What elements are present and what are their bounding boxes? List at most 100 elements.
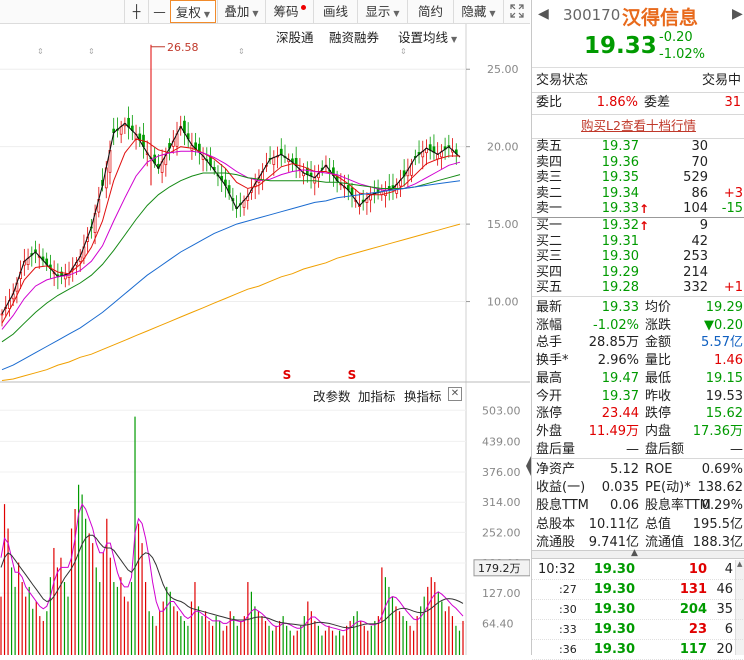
ask-price: 19.35 [601, 170, 639, 186]
price-change: -0.20 [659, 30, 693, 45]
edit-params-button[interactable]: 改参数 [313, 386, 351, 405]
crosshair-button[interactable]: ┼ [124, 0, 148, 23]
fund-label: 总值 [645, 516, 672, 532]
event-marker-s: S [348, 368, 357, 382]
ma-line-2 [1, 150, 461, 330]
fund-label: ROE [645, 462, 673, 477]
overlay-label: 叠加 [224, 4, 250, 19]
chips-button[interactable]: 筹码 [265, 0, 313, 23]
trade-status-row: 交易状态 交易中 [532, 71, 744, 91]
event-marker-s: S [283, 368, 292, 382]
close-icon[interactable]: ✕ [448, 387, 462, 401]
bid-volume: 42 [691, 233, 708, 249]
switch-indicator-button[interactable]: 换指标 [404, 386, 442, 405]
ask-diff: -15 [721, 201, 743, 217]
ask-price: 19.37 [601, 139, 639, 154]
add-indicator-button[interactable]: 加指标 [358, 386, 396, 405]
l2-upsell-link[interactable]: 购买L2查看十档行情 [532, 116, 744, 136]
fund-label: 流通值 [645, 534, 685, 550]
tick-count: 6 [724, 622, 733, 637]
bid-level-row: 买二 19.31 42 [532, 234, 744, 250]
bid-level-row: 买五 19.28 332 +1 [532, 280, 744, 296]
bid-level-row: 买三 19.30 253 [532, 249, 744, 265]
volume-ma-line-1 [0, 534, 464, 629]
draw-line-button[interactable]: 画线 [313, 0, 357, 23]
ask-price: 19.33 [601, 201, 639, 217]
volume-ma-lines [0, 503, 464, 632]
bid-level-label: 买五 [536, 280, 563, 296]
fund-value: 0.69% [701, 462, 743, 477]
tick-price: 19.30 [593, 562, 635, 577]
bid-volume: 253 [683, 249, 708, 265]
chevron-down-icon: ▼ [203, 10, 211, 19]
stat-label: 盘后额 [645, 441, 685, 457]
weicha-value: 31 [724, 95, 741, 110]
volume-axis: 503.00439.00376.00314.00252.00189.00127.… [482, 404, 521, 630]
ask-diff: +3 [723, 185, 743, 201]
stat-value: — [626, 441, 639, 457]
fundamentals-row: 收益(一) 0.035 PE(动)* 138.62 [532, 478, 744, 498]
ask-price: 19.34 [601, 185, 639, 201]
ask-level-row: 卖三 19.35 529 [532, 170, 744, 186]
tick-row: :36 19.30 117 20 [532, 640, 744, 660]
bid-level-row: 买四 19.29 214 [532, 265, 744, 281]
hide-dropdown[interactable]: 隐藏 ▼ [453, 0, 503, 23]
fund-label: 净资产 [536, 462, 576, 477]
tick-volume: 204 [679, 602, 707, 617]
ask-volume: 86 [691, 185, 708, 201]
fund-value: 138.62 [697, 480, 744, 496]
ask-level-label: 卖五 [536, 139, 563, 154]
marker-arrow-icon: ⇕ [400, 47, 407, 56]
prev-stock-icon[interactable]: ◀ [538, 6, 549, 22]
price-tick-label: 20.00 [487, 141, 519, 154]
ask-level-row: 卖五 19.37 30 [532, 139, 744, 155]
volume-toolbar: 改参数 加指标 换指标 ✕ [0, 384, 466, 404]
marker-arrow-icon: ⇕ [238, 47, 245, 56]
expand-icon[interactable] [503, 0, 530, 23]
marker-arrow-icon: ⇕ [88, 47, 95, 56]
next-stock-icon[interactable]: ▶ [732, 6, 743, 22]
chevron-down-icon: ▼ [489, 9, 496, 18]
simple-button[interactable]: 简约 [407, 0, 453, 23]
ask-level-label: 卖四 [536, 154, 563, 170]
trade-status-label: 交易状态 [536, 73, 589, 88]
ask-price: 19.36 [601, 154, 639, 170]
bid-level-label: 买三 [536, 249, 563, 265]
arrow-up-icon: ↑ [639, 219, 650, 233]
arrow-up-icon: ↑ [639, 202, 650, 217]
ma-line-5 [1, 223, 461, 381]
price-tick-label: 25.00 [487, 63, 519, 76]
candle-body [272, 157, 276, 165]
bid-price: 19.32 [601, 218, 639, 233]
stat-value: — [730, 441, 743, 457]
bid-level-label: 买二 [536, 233, 563, 249]
weibi-value: 1.86% [596, 95, 638, 110]
overlay-dropdown[interactable]: 叠加 ▼ [217, 0, 265, 23]
ma-line-4 [1, 180, 461, 371]
ma-line-0 [1, 122, 461, 315]
kline-chart-svg[interactable]: 25.0020.0015.0010.00⇕ ⇕ ⇕ ⇕ 26.58 SS 503.00… [0, 24, 530, 655]
tick-volume: 131 [679, 582, 707, 597]
stock-name: 汉得信息 [622, 7, 699, 29]
tick-row: :27 19.30 131 46 [532, 580, 744, 600]
volume-tick-label: 64.40 [482, 618, 514, 631]
bid-level-label: 买四 [536, 264, 563, 280]
fund-value: 0.29% [701, 498, 743, 514]
chevron-down-icon: ▼ [252, 9, 259, 18]
tick-price: 19.30 [593, 582, 635, 597]
bid-price: 19.28 [601, 280, 639, 296]
volume-current-label: 179.2万 [473, 559, 530, 577]
volume-tick-label: 314.00 [482, 496, 521, 509]
ask-level-row: 卖四 19.36 70 [532, 155, 744, 171]
fundamentals-row: 股息TTM 0.06 股息率TTM 0.29% [532, 496, 744, 516]
ma-line-1 [1, 138, 460, 324]
high-label: 26.58 [167, 41, 199, 54]
ma-line-3 [1, 172, 461, 343]
candle-body [279, 148, 283, 155]
minus-button[interactable]: — [148, 0, 170, 23]
display-dropdown[interactable]: 显示 ▼ [357, 0, 407, 23]
bid-volume: 332 [683, 280, 708, 296]
chips-label: 筹码 [273, 4, 299, 19]
volume-tick-label: 127.00 [482, 587, 521, 600]
restore-rights-dropdown[interactable]: 复权 ▼ [170, 0, 216, 23]
